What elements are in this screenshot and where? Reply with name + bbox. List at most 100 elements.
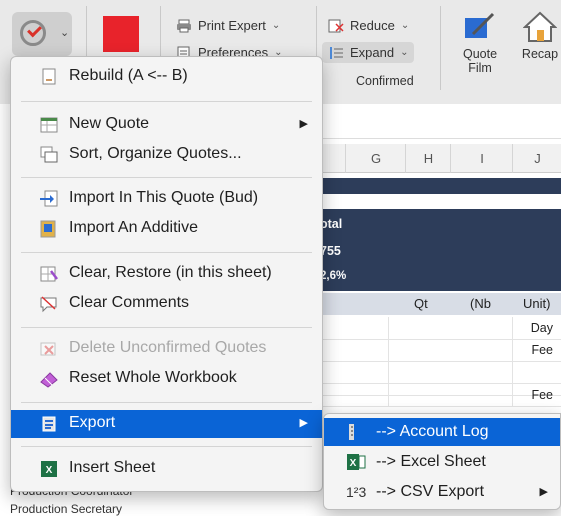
clear-restore-icon — [40, 266, 58, 282]
grid-divider — [388, 317, 389, 407]
menu-separator — [21, 446, 312, 447]
sort-icon — [40, 146, 58, 163]
delete-icon — [40, 342, 56, 356]
expand-label: Expand — [350, 45, 395, 60]
menu-item-label: Import An Additive — [69, 219, 198, 236]
chevron-down-icon: ⌄ — [400, 20, 410, 31]
reduce-button[interactable]: Reduce ⌄ — [328, 18, 409, 33]
svg-text:X: X — [350, 458, 357, 469]
recap-button[interactable]: Recap — [520, 10, 560, 61]
chevron-down-icon: ⌄ — [271, 20, 281, 31]
row-label: Production Secretary — [10, 502, 123, 516]
menu-item-import-additive[interactable]: Import An Additive — [11, 215, 322, 243]
header-nb: (Nb — [470, 296, 491, 311]
home-icon — [522, 11, 558, 42]
menu-item-label: Sort, Organize Quotes... — [69, 145, 242, 162]
menu-item-label: Export — [69, 414, 116, 431]
menu-separator — [21, 177, 312, 178]
submenu-item-label: --> CSV Export — [376, 483, 485, 500]
total-percent: 2,6% — [320, 270, 347, 282]
menu-item-import-quote[interactable]: Import In This Quote (Bud) — [11, 185, 322, 213]
export-submenu: --> Account Log X --> Excel Sheet 1²3 --… — [323, 413, 561, 510]
menu-item-delete-unconfirmed[interactable]: Delete Unconfirmed Quotes — [11, 335, 322, 363]
cell-unit: Fee — [531, 388, 553, 402]
new-quote-icon — [40, 117, 58, 133]
csv-icon: 1²3 — [346, 484, 367, 500]
menu-item-label: Insert Sheet — [69, 459, 156, 476]
quote-film-icon — [465, 12, 495, 38]
printer-icon — [177, 19, 191, 32]
totals-band: otal 755 2,6% — [320, 209, 561, 291]
expand-icon — [330, 46, 343, 59]
menu-separator — [21, 252, 312, 253]
submenu-item-account-log[interactable]: --> Account Log — [324, 418, 560, 446]
menu-item-clear-comments[interactable]: Clear Comments — [11, 290, 322, 318]
excel-icon: X — [41, 461, 57, 477]
reduce-icon — [328, 19, 344, 32]
menu-item-label: Delete Unconfirmed Quotes — [69, 339, 267, 356]
print-expert-label: Print Expert — [198, 18, 266, 33]
menu-separator — [21, 402, 312, 403]
column-header-j[interactable]: J — [512, 144, 561, 173]
chevron-down-icon: ⌄ — [400, 47, 409, 58]
reduce-label: Reduce — [350, 18, 395, 33]
column-header-h[interactable]: H — [405, 144, 451, 173]
total-value: 755 — [320, 244, 341, 258]
menu-item-label: Clear, Restore (in this sheet) — [69, 264, 272, 281]
ribbon-divider — [440, 6, 441, 90]
menu-item-new-quote[interactable]: New Quote ▶ — [11, 111, 322, 139]
expand-button[interactable]: Expand ⌄ — [322, 42, 415, 63]
app-menu-button[interactable]: ⌄ — [12, 12, 72, 56]
account-log-icon — [349, 424, 354, 440]
menu-separator — [21, 101, 312, 102]
cell-unit: Day — [530, 321, 553, 335]
menu-item-export[interactable]: Export ▶ — [11, 410, 322, 438]
submenu-item-csv-export[interactable]: 1²3 --> CSV Export ▶ — [324, 478, 560, 506]
submenu-item-label: --> Account Log — [376, 423, 489, 440]
menu-item-label: Import In This Quote (Bud) — [69, 189, 259, 206]
menu-item-sort-organize[interactable]: Sort, Organize Quotes... — [11, 141, 322, 169]
app-dropdown-menu: Rebuild (A <-- B) New Quote ▶ Sort, Orga… — [10, 56, 323, 492]
menu-item-label: New Quote — [69, 115, 150, 132]
dark-header-strip — [320, 178, 561, 194]
table-row[interactable]: Fee — [320, 384, 561, 407]
menu-item-reset-workbook[interactable]: Reset Whole Workbook — [11, 365, 322, 393]
formula-bar[interactable] — [320, 108, 561, 139]
column-header-i[interactable]: I — [450, 144, 513, 173]
menu-item-label: Rebuild (A <-- B) — [69, 67, 188, 84]
quote-film-label: Quote Film — [462, 47, 498, 75]
header-unit: Unit) — [523, 296, 551, 311]
export-icon — [42, 416, 56, 432]
confirmed-label: Confirmed — [356, 74, 414, 88]
header-qt: Qt — [414, 296, 428, 311]
chevron-down-icon: ⌄ — [60, 27, 70, 39]
submenu-item-label: --> Excel Sheet — [376, 453, 486, 470]
column-header-g[interactable]: G — [345, 144, 406, 173]
print-expert-button[interactable]: Print Expert ⌄ — [176, 18, 280, 33]
table-row[interactable]: Day — [320, 317, 561, 340]
submenu-arrow-icon: ▶ — [539, 486, 548, 498]
table-row[interactable]: Fee — [320, 339, 561, 362]
color-swatch-button[interactable] — [103, 16, 139, 52]
submenu-item-excel-sheet[interactable]: X --> Excel Sheet — [324, 448, 560, 476]
grid-divider — [512, 317, 513, 407]
submenu-arrow-icon: ▶ — [299, 417, 308, 429]
submenu-arrow-icon: ▶ — [299, 118, 308, 130]
eraser-icon — [40, 372, 58, 388]
total-label: otal — [320, 217, 343, 231]
menu-item-label: Clear Comments — [69, 294, 190, 311]
recap-label: Recap — [521, 47, 559, 61]
rebuild-icon — [42, 68, 56, 85]
clear-comments-icon — [40, 296, 57, 313]
excel-icon: X — [347, 454, 366, 470]
additive-icon — [40, 220, 56, 238]
menu-separator — [21, 327, 312, 328]
menu-item-rebuild[interactable]: Rebuild (A <-- B) — [11, 63, 322, 91]
cell-unit: Fee — [531, 343, 553, 357]
menu-item-insert-sheet[interactable]: X Insert Sheet — [11, 455, 322, 483]
menu-item-clear-restore[interactable]: Clear, Restore (in this sheet) — [11, 260, 322, 288]
quote-film-button[interactable]: Quote Film — [452, 10, 508, 75]
table-header-row: Qt (Nb Unit) — [320, 293, 561, 315]
import-icon — [40, 190, 58, 207]
confirmed-button[interactable]: Confirmed — [356, 74, 414, 88]
